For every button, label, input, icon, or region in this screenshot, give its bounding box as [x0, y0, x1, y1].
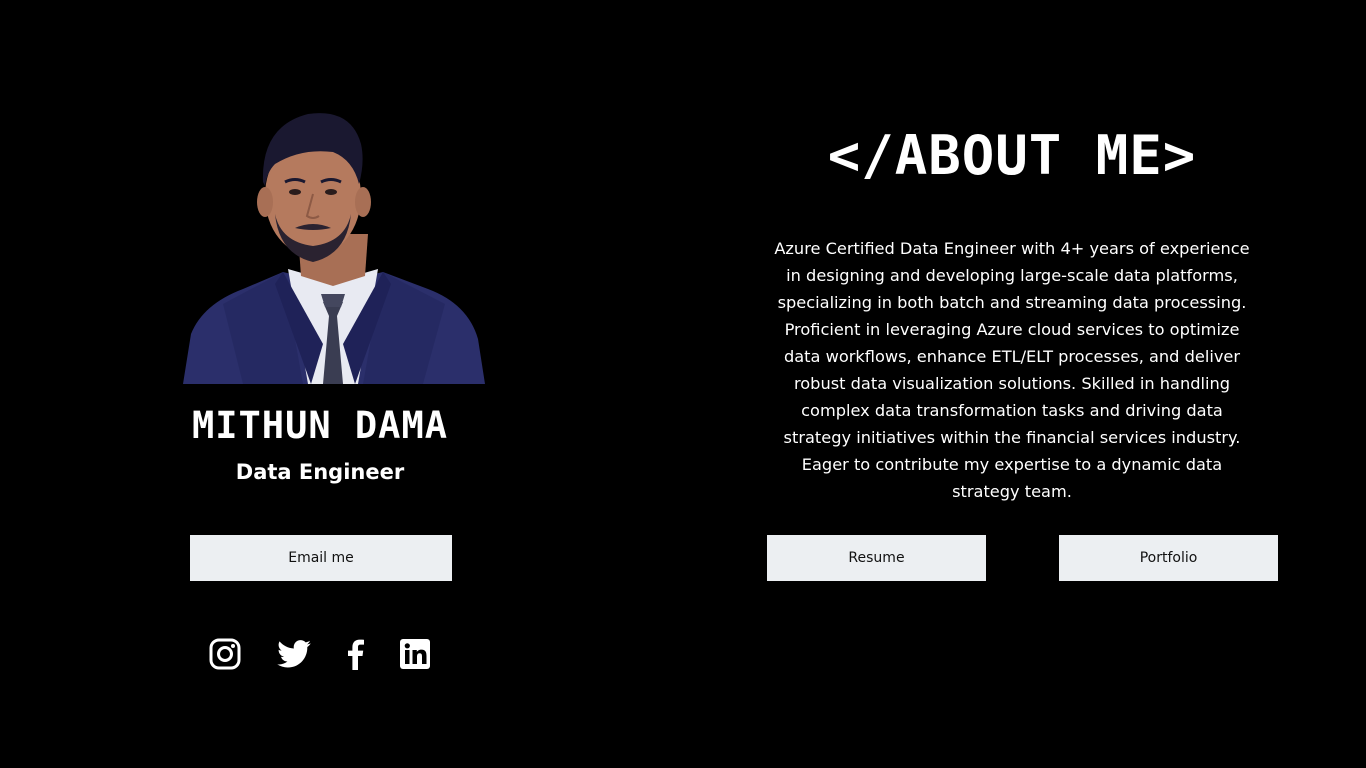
linkedin-icon [400, 639, 430, 669]
linkedin-link[interactable] [398, 636, 432, 672]
about-line: Proficient in leveraging Azure cloud ser… [784, 320, 1240, 339]
about-line: data workflows, enhance ETL/ELT processe… [783, 347, 1241, 366]
about-line: in designing and developing large-scale … [786, 266, 1238, 285]
facebook-link[interactable] [340, 636, 370, 672]
instagram-icon [209, 638, 241, 670]
about-line: complex data transformation tasks and dr… [801, 401, 1223, 420]
page: MITHUN DAMA Data Engineer Email me </ABO… [0, 0, 1366, 768]
about-description: Azure Certified Data Engineer with 4+ ye… [760, 235, 1264, 505]
facebook-icon [348, 639, 364, 670]
profile-name: MITHUN DAMA [191, 404, 449, 447]
about-line: Azure Certified Data Engineer with 4+ ye… [774, 239, 1250, 258]
profile-role: Data Engineer [235, 460, 405, 484]
resume-button[interactable]: Resume [767, 535, 986, 581]
about-line: strategy initiatives within the financia… [783, 428, 1241, 447]
about-title: </ABOUT ME> [827, 124, 1197, 187]
email-me-button[interactable]: Email me [190, 535, 452, 581]
instagram-link[interactable] [207, 636, 243, 672]
profile-photo [183, 104, 485, 384]
about-line: strategy team. [952, 482, 1072, 501]
twitter-icon [277, 640, 311, 668]
about-line: robust data visualization solutions. Ski… [793, 374, 1231, 393]
about-line: specializing in both batch and streaming… [777, 293, 1247, 312]
portfolio-button[interactable]: Portfolio [1059, 535, 1278, 581]
about-line: Eager to contribute my expertise to a dy… [801, 455, 1223, 474]
twitter-link[interactable] [276, 636, 312, 672]
